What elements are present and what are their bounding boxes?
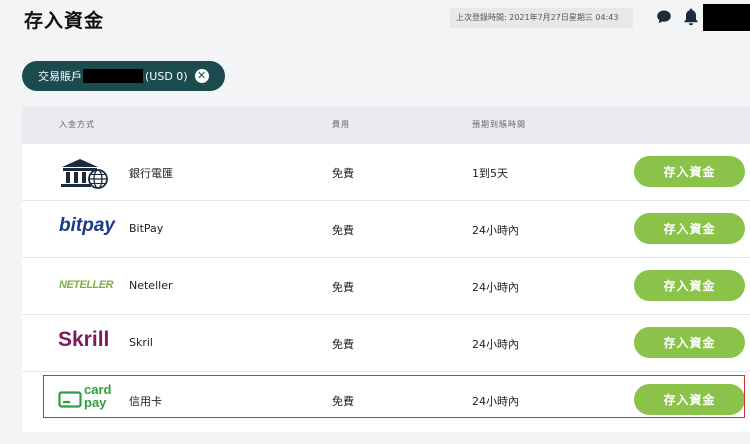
deposit-methods-table: 入金方式 費用 預期到賬時間 銀行電匯 免費 1到5天 存入資金 bitpay … — [22, 106, 750, 432]
column-header-method: 入金方式 — [59, 120, 95, 129]
cardpay-logo-text-pay: pay — [84, 395, 107, 410]
bank-globe-icon — [61, 159, 108, 189]
method-name: 銀行電匯 — [129, 167, 173, 180]
bitpay-logo-text: bitpay — [59, 215, 115, 236]
account-label: 交易賬戶 — [38, 70, 82, 83]
chat-icon[interactable] — [656, 9, 672, 25]
method-fee: 免費 — [332, 167, 354, 180]
user-name-redacted — [703, 4, 750, 31]
column-header-time: 預期到賬時間 — [472, 120, 526, 129]
method-name: BitPay — [129, 222, 164, 235]
account-selector[interactable]: 交易賬戶 (USD 0) ✕ — [22, 61, 225, 91]
method-time: 24小時內 — [472, 224, 519, 237]
deposit-button-neteller[interactable]: 存入資金 — [634, 270, 745, 301]
bitpay-logo: bitpay — [59, 215, 119, 249]
close-icon[interactable]: ✕ — [194, 69, 209, 83]
skrill-logo-text: Skrill — [58, 328, 110, 351]
method-name: Neteller — [129, 279, 173, 292]
method-name: 信用卡 — [129, 395, 162, 408]
method-fee: 免費 — [332, 224, 354, 237]
neteller-logo-text: NETELLER — [59, 279, 114, 291]
method-time: 24小時內 — [472, 281, 519, 294]
method-fee: 免費 — [332, 395, 354, 408]
account-balance: (USD 0) — [145, 69, 188, 83]
skrill-logo: Skrill — [58, 328, 118, 362]
card-icon — [58, 391, 82, 408]
method-fee: 免費 — [332, 281, 354, 294]
last-login-info: 上次登錄時間: 2021年7月27日星期三 04:43 — [450, 8, 633, 28]
neteller-logo: NETELLER — [59, 279, 119, 313]
table-header: 入金方式 費用 預期到賬時間 — [22, 106, 750, 144]
account-number-redacted — [83, 69, 143, 83]
method-time: 24小時內 — [472, 395, 519, 408]
column-header-fee: 費用 — [332, 120, 350, 129]
method-time: 1到5天 — [472, 167, 508, 180]
deposit-button-skrill[interactable]: 存入資金 — [634, 327, 745, 358]
table-row-neteller: NETELLER Neteller 免費 24小時內 存入資金 — [22, 258, 750, 315]
deposit-button-credit-card[interactable]: 存入資金 — [634, 384, 745, 415]
method-name: Skril — [129, 336, 153, 349]
method-time: 24小時內 — [472, 338, 519, 351]
table-row-bitpay: bitpay BitPay 免費 24小時內 存入資金 — [22, 201, 750, 258]
table-row-skrill: Skrill Skril 免費 24小時內 存入資金 — [22, 315, 750, 372]
deposit-page: 存入資金 上次登錄時間: 2021年7月27日星期三 04:43 交易賬戶 (U… — [0, 0, 750, 444]
method-fee: 免費 — [332, 338, 354, 351]
table-row-credit-card: card pay 信用卡 免費 24小時內 存入資金 — [22, 372, 750, 429]
deposit-button-bank-wire[interactable]: 存入資金 — [634, 156, 745, 187]
deposit-button-bitpay[interactable]: 存入資金 — [634, 213, 745, 244]
cardpay-logo: card pay — [58, 383, 118, 417]
page-title: 存入資金 — [24, 10, 105, 32]
table-row-bank-wire: 銀行電匯 免費 1到5天 存入資金 — [22, 144, 750, 201]
bell-icon[interactable] — [682, 7, 700, 26]
